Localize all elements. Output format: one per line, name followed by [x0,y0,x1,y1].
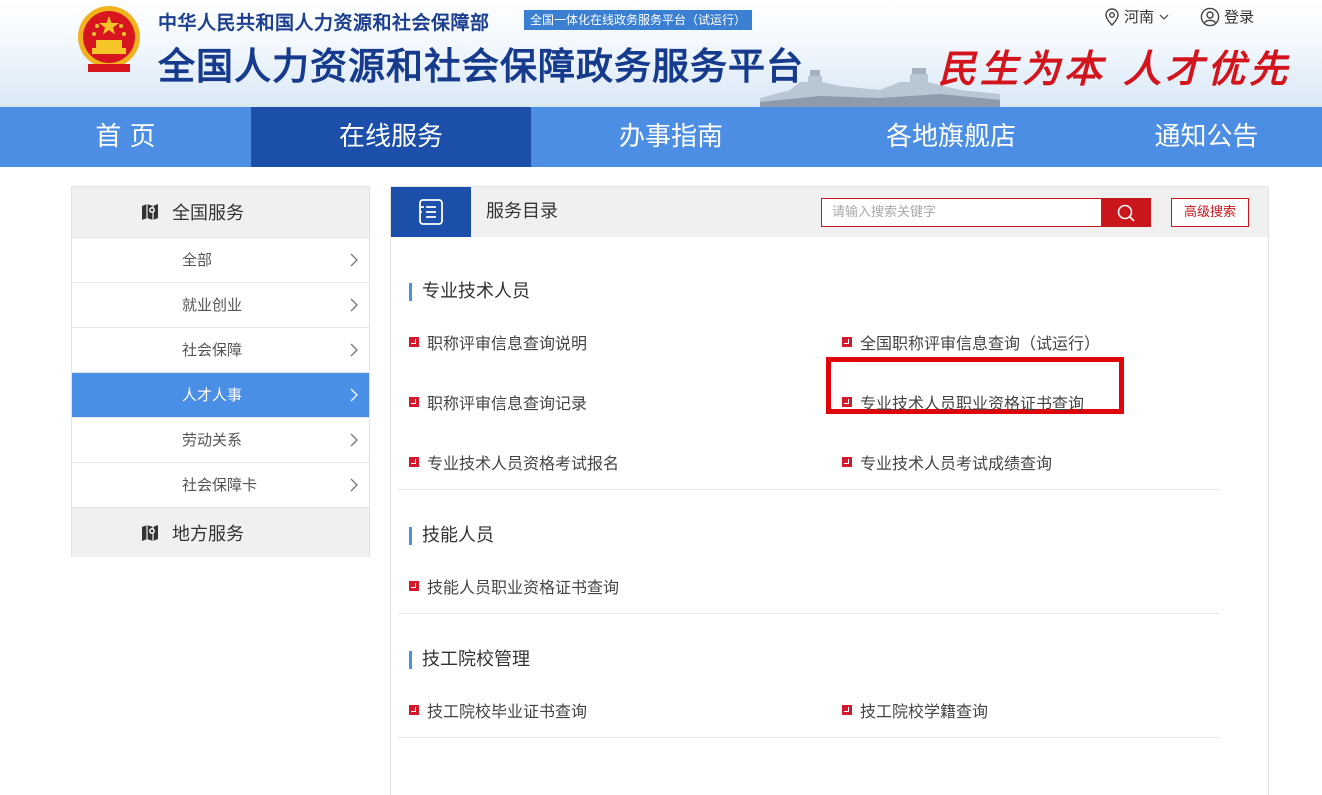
sidebar-item-social-security[interactable]: 社会保障 [72,327,369,372]
chevron-right-icon [350,433,358,447]
arrow-bullet-icon [842,397,852,407]
sidebar-item-label: 劳动关系 [182,431,243,449]
arrow-bullet-icon [409,581,419,591]
sidebar-item-labor-relations[interactable]: 劳动关系 [72,417,369,462]
arrow-bullet-icon [842,337,852,347]
service-catalog-panel: 服务目录 高级搜索 专业技术人员 职称评审信息查询说明 全国职称评审信息查询（试… [390,186,1269,795]
service-label: 技工院校学籍查询 [860,702,989,721]
login-label: 登录 [1224,8,1255,26]
region-selector[interactable]: 河南 [1104,6,1170,27]
section-title: 技能人员 [409,527,494,545]
nav-notices[interactable]: 通知公告 [1091,107,1322,167]
nav-service-guide[interactable]: 办事指南 [531,107,811,167]
sidebar-item-label: 就业创业 [182,296,243,314]
arrow-bullet-icon [842,457,852,467]
catalog-icon-box [391,187,471,237]
sidebar-item-employment[interactable]: 就业创业 [72,282,369,327]
service-label: 专业技术人员考试成绩查询 [860,454,1053,473]
sidebar-item-label: 全部 [182,251,213,269]
service-label: 专业技术人员资格考试报名 [427,454,620,473]
chevron-right-icon [350,343,358,357]
service-label: 技能人员职业资格证书查询 [427,578,620,597]
search-icon [1117,204,1135,222]
nav-online-services[interactable]: 在线服务 [251,107,531,167]
advanced-search-button[interactable]: 高级搜索 [1171,198,1249,227]
chevron-down-icon [1159,14,1169,20]
section-divider [398,613,1219,614]
search-input[interactable] [821,198,1101,227]
section-title: 专业技术人员 [409,283,530,301]
map-icon [142,524,158,541]
service-link-highlighted[interactable]: 全国职称评审信息查询（试运行） [842,330,1100,354]
ministry-name: 中华人民共和国人力资源和社会保障部 [158,12,490,34]
sidebar-item-label: 人才人事 [182,386,243,404]
service-label: 专业技术人员职业资格证书查询 [860,394,1085,413]
catalog-title: 服务目录 [486,201,558,222]
section-divider [398,737,1219,738]
service-link[interactable]: 专业技术人员考试成绩查询 [842,450,1052,474]
site-header: 中华人民共和国人力资源和社会保障部 全国一体化在线政务服务平台（试运行） 全国人… [0,0,1322,107]
user-icon [1200,7,1220,26]
sidebar-item-label: 社会保障 [182,341,243,359]
service-label: 技工院校毕业证书查询 [427,702,588,721]
service-sidebar: 全国服务 全部 就业创业 社会保障 人才人事 劳动关系 社会保障卡 地方服务 [71,186,370,557]
slogan: 民生为本 人才优先 [938,46,1292,91]
arrow-bullet-icon [409,457,419,467]
service-label: 职称评审信息查询记录 [427,394,588,413]
search-button[interactable] [1101,198,1151,227]
chevron-right-icon [350,253,358,267]
local-services-label: 地方服务 [172,523,244,545]
main-nav: 首 页 在线服务 办事指南 各地旗舰店 通知公告 [0,107,1322,167]
nav-home[interactable]: 首 页 [0,107,251,167]
map-icon [142,204,158,220]
service-link[interactable]: 职称评审信息查询记录 [409,390,587,414]
service-label: 全国职称评审信息查询（试运行） [860,334,1101,353]
platform-title: 全国人力资源和社会保障政务服务平台 [158,45,804,88]
nav-local-flagship[interactable]: 各地旗舰店 [811,107,1091,167]
sidebar-item-talent-personnel[interactable]: 人才人事 [72,372,369,417]
chevron-right-icon [350,298,358,312]
service-link[interactable]: 技工院校毕业证书查询 [409,698,587,722]
national-services-label: 全国服务 [172,203,244,224]
sidebar-item-social-security-card[interactable]: 社会保障卡 [72,462,369,507]
arrow-bullet-icon [409,337,419,347]
service-link[interactable]: 专业技术人员职业资格证书查询 [842,390,1084,414]
chevron-right-icon [350,478,358,492]
sidebar-item-label: 社会保障卡 [182,476,258,494]
service-link[interactable]: 技工院校学籍查询 [842,698,988,722]
national-emblem-icon [78,6,140,72]
section-title: 技工院校管理 [409,651,530,669]
trial-badge: 全国一体化在线政务服务平台（试运行） [524,10,753,30]
catalog-header: 服务目录 高级搜索 [391,187,1268,237]
catalog-list-icon [419,199,443,225]
arrow-bullet-icon [842,705,852,715]
arrow-bullet-icon [409,705,419,715]
local-services-header[interactable]: 地方服务 [72,507,369,557]
service-link[interactable]: 职称评审信息查询说明 [409,330,587,354]
service-link[interactable]: 技能人员职业资格证书查询 [409,574,619,598]
service-link[interactable]: 专业技术人员资格考试报名 [409,450,619,474]
section-divider [398,489,1219,490]
national-services-header[interactable]: 全国服务 [72,187,369,237]
sidebar-item-all[interactable]: 全部 [72,237,369,282]
region-label: 河南 [1124,8,1155,26]
chevron-right-icon [350,388,358,402]
arrow-bullet-icon [409,397,419,407]
location-pin-icon [1105,7,1119,26]
service-label: 职称评审信息查询说明 [427,334,588,353]
login-link[interactable]: 登录 [1200,6,1254,27]
